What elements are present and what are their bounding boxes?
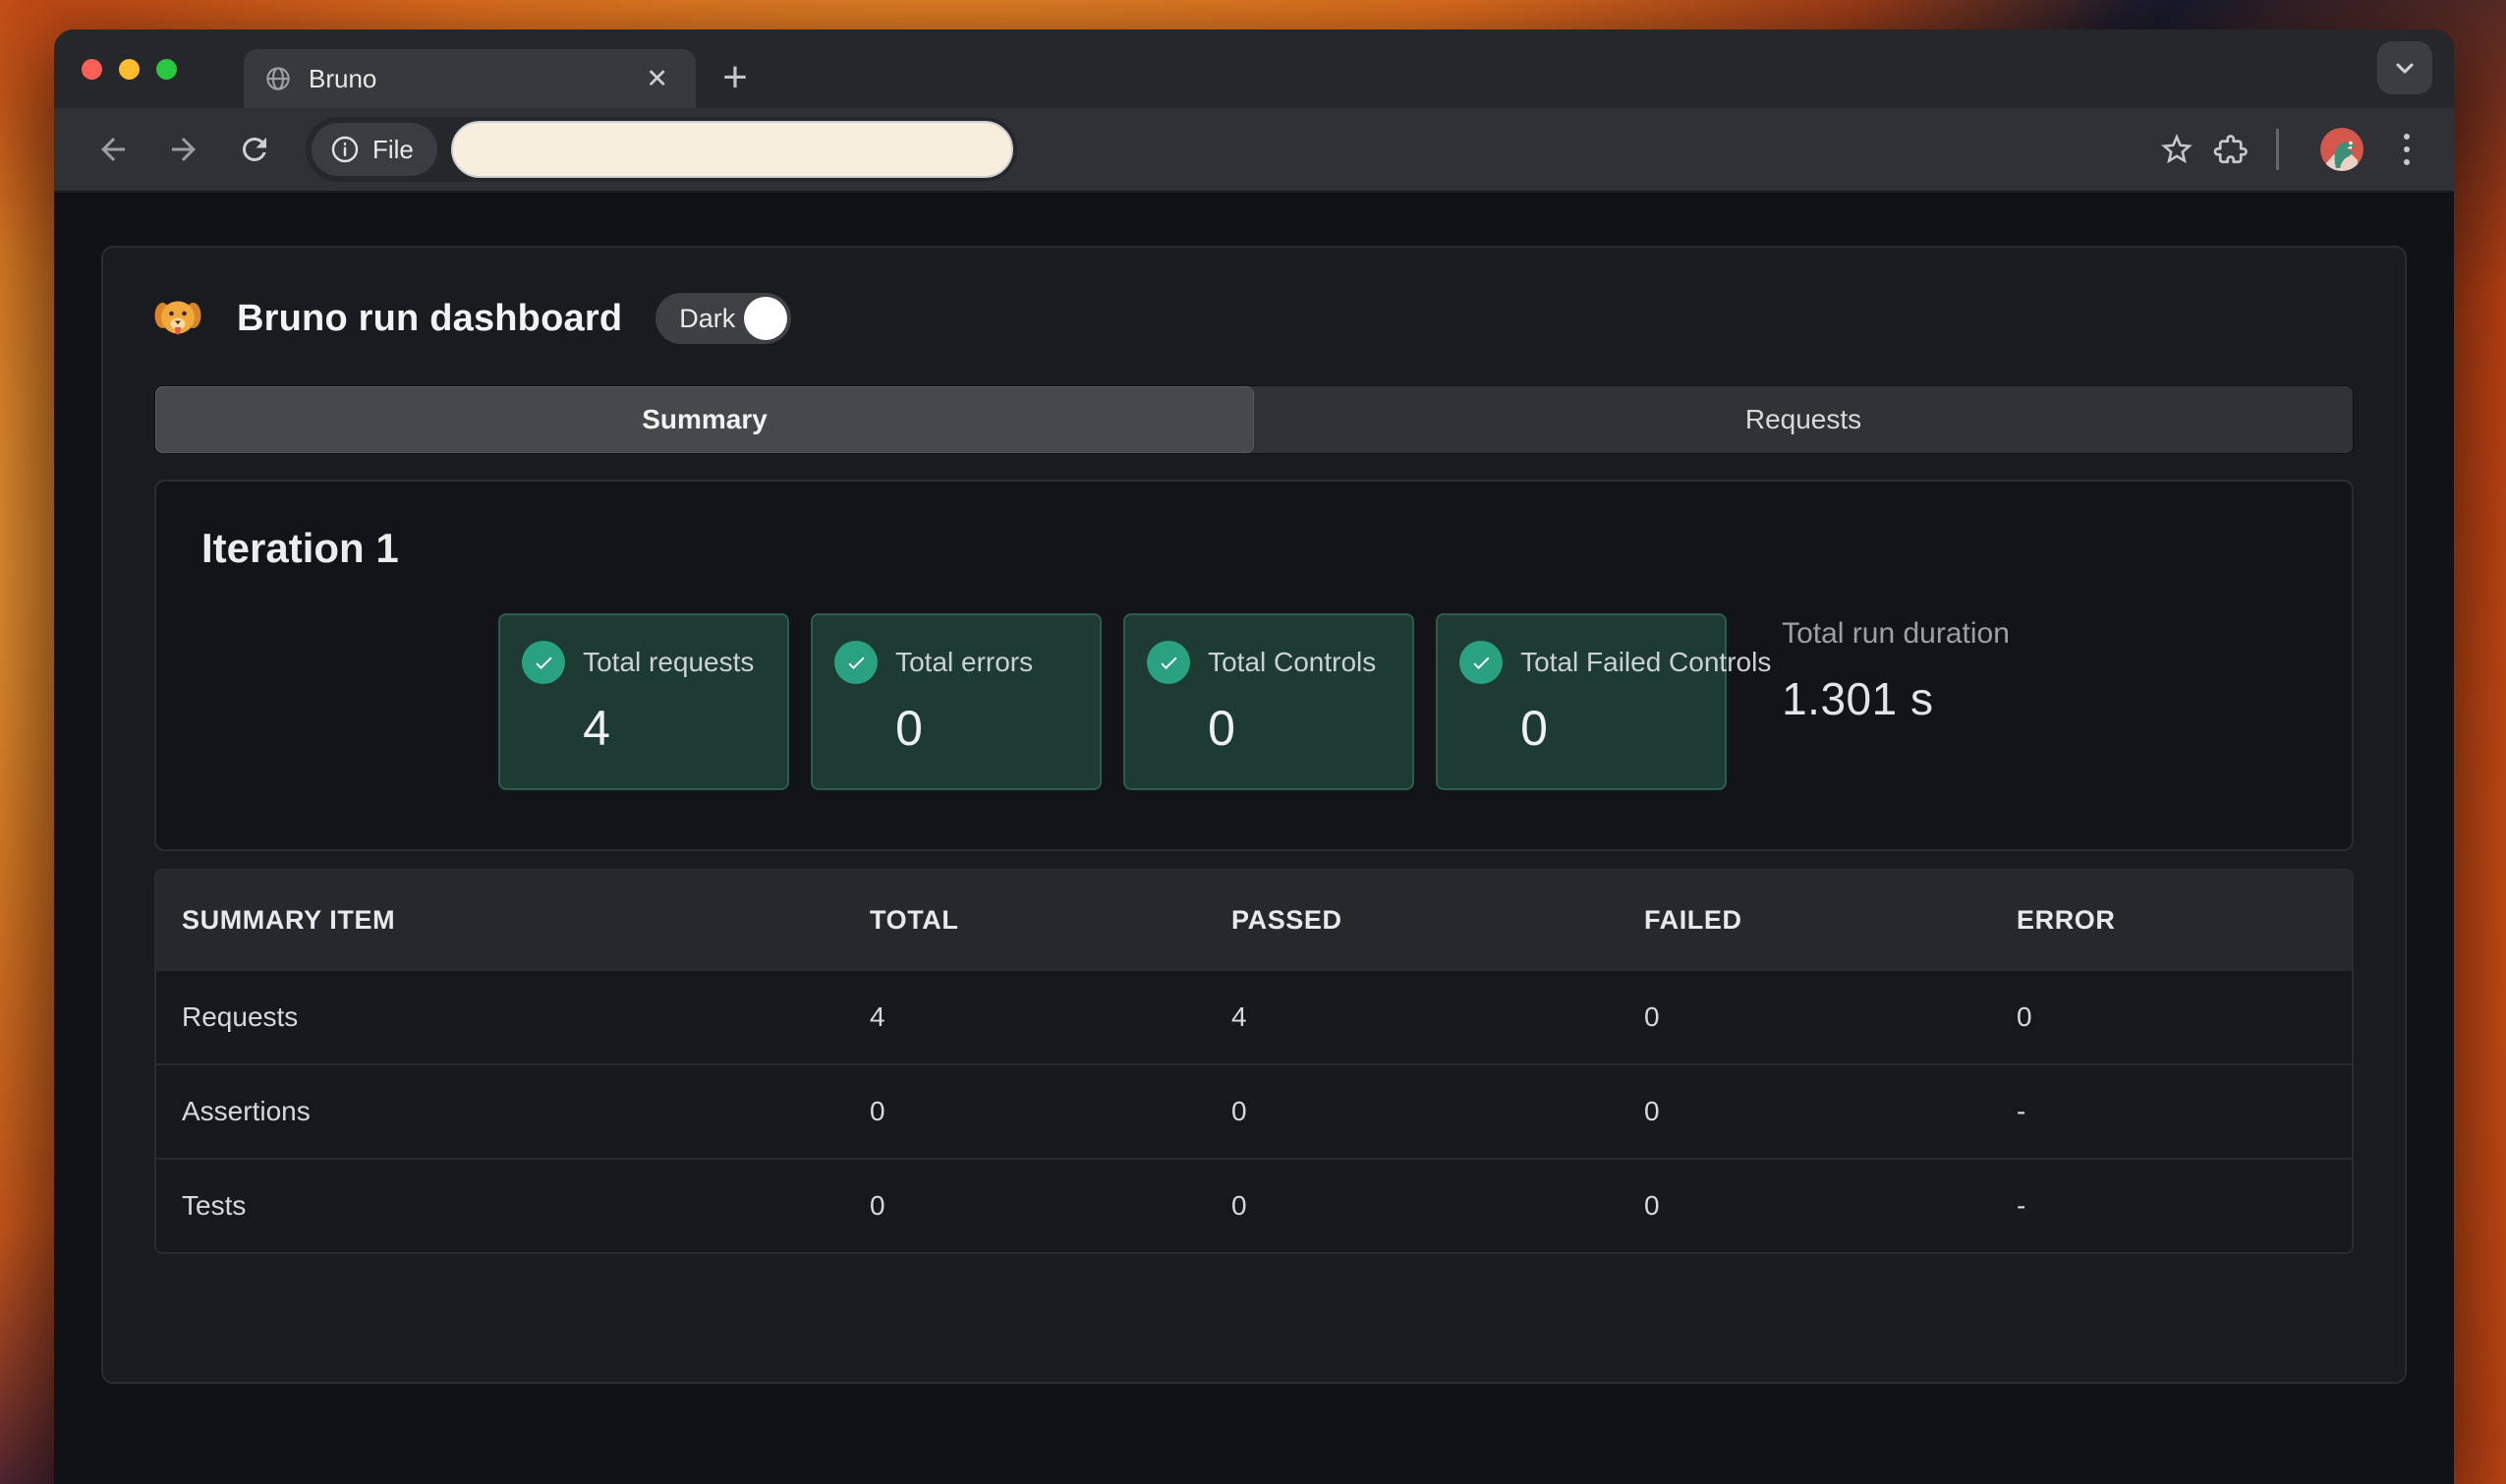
cell-total: 0	[870, 1096, 885, 1126]
globe-favicon-icon	[266, 67, 290, 90]
forward-arrow-icon	[172, 138, 196, 161]
cell-error: -	[2017, 1190, 2026, 1221]
stat-label: Total errors	[895, 647, 1034, 677]
cell-passed: 0	[1231, 1096, 1247, 1126]
toolbar-divider	[2276, 129, 2279, 170]
stat-card-total-controls: Total Controls 0	[1123, 613, 1415, 790]
browser-menu-button[interactable]	[2385, 134, 2428, 165]
duration-label: Total run duration	[1782, 617, 2010, 650]
window-close-button[interactable]	[82, 59, 102, 80]
site-chip-label: File	[372, 134, 414, 164]
summary-table: SUMMARY ITEM TOTAL PASSED FAILED ERROR R…	[154, 869, 2354, 1254]
column-header: SUMMARY ITEM	[182, 904, 396, 935]
tab-search-button[interactable]	[2377, 41, 2432, 94]
stat-label: Total requests	[583, 647, 755, 677]
table-row: Assertions 0 0 0 -	[156, 1063, 2352, 1158]
iteration-heading: Iteration 1	[201, 525, 399, 571]
browser-window: Bruno ✕ + File Bruno run dashboard Dark …	[54, 29, 2454, 1484]
cell-failed: 0	[1644, 1190, 1660, 1221]
cell-passed: 0	[1231, 1190, 1247, 1221]
dashboard-card: Bruno run dashboard Dark Summary Request…	[101, 246, 2407, 1384]
tab-summary[interactable]: Summary	[155, 386, 1254, 453]
duration-value: 1.301 s	[1782, 673, 1934, 724]
stat-card-total-failed-controls: Total Failed Controls 0	[1436, 613, 1771, 790]
back-arrow-icon	[101, 138, 125, 161]
theme-toggle-label: Dark	[679, 303, 736, 333]
browser-tab[interactable]: Bruno ✕	[244, 49, 696, 108]
stat-value: 0	[1520, 701, 1548, 756]
new-tab-button[interactable]: +	[709, 51, 762, 104]
column-header: ERROR	[2017, 904, 2116, 935]
cell-failed: 0	[1644, 1096, 1660, 1126]
stat-value: 4	[583, 701, 610, 756]
table-header-row: SUMMARY ITEM TOTAL PASSED FAILED ERROR	[156, 871, 2352, 969]
reload-icon	[242, 137, 266, 161]
stat-value: 0	[1208, 701, 1235, 756]
tab-title: Bruno	[309, 63, 377, 93]
browser-tab-strip: Bruno ✕ +	[54, 29, 2454, 108]
window-zoom-button[interactable]	[156, 59, 177, 80]
extensions-button[interactable]	[2203, 123, 2256, 176]
site-info-chip[interactable]: File	[312, 123, 437, 176]
dog-emoji-icon	[154, 301, 201, 335]
stat-label: Total Failed Controls	[1520, 647, 1772, 677]
cell-item: Requests	[182, 1001, 299, 1032]
chevron-down-icon	[2396, 63, 2414, 74]
cell-error: 0	[2017, 1001, 2032, 1032]
forward-button[interactable]	[158, 124, 209, 175]
cell-error: -	[2017, 1096, 2026, 1126]
cell-failed: 0	[1644, 1001, 1660, 1032]
bookmark-button[interactable]	[2150, 123, 2203, 176]
window-minimize-button[interactable]	[119, 59, 140, 80]
stat-card-total-requests: Total requests 4	[498, 613, 790, 790]
cell-total: 4	[870, 1001, 885, 1032]
check-circle-icon	[1147, 641, 1191, 684]
tab-requests[interactable]: Requests	[1254, 386, 2353, 453]
total-run-duration: Total run duration 1.301 s	[1782, 613, 2010, 725]
avatar-dino-image	[2320, 128, 2364, 171]
view-tabs: Summary Requests	[154, 385, 2354, 454]
stats-row: Total requests 4 Total errors 0 Total Co…	[201, 613, 2307, 790]
tab-close-icon[interactable]: ✕	[638, 62, 676, 96]
cell-item: Tests	[182, 1190, 247, 1221]
star-icon	[2161, 134, 2193, 164]
cell-total: 0	[870, 1190, 885, 1221]
check-circle-icon	[522, 641, 566, 684]
info-icon	[331, 136, 359, 163]
theme-toggle-knob[interactable]	[744, 297, 788, 340]
stat-value: 0	[895, 701, 923, 756]
back-button[interactable]	[87, 124, 139, 175]
url-selected-text[interactable]	[450, 121, 1013, 178]
kebab-dot	[2404, 134, 2410, 140]
iteration-panel: Iteration 1 Total requests 4 Total error…	[154, 480, 2354, 851]
reload-button[interactable]	[229, 124, 280, 175]
page-title: Bruno run dashboard	[237, 297, 623, 339]
puzzle-icon	[2213, 135, 2248, 164]
table-row: Tests 0 0 0 -	[156, 1158, 2352, 1252]
stat-card-total-errors: Total errors 0	[811, 613, 1103, 790]
table-row: Requests 4 4 0 0	[156, 969, 2352, 1063]
dashboard-header: Bruno run dashboard Dark	[103, 248, 2405, 344]
cell-passed: 4	[1231, 1001, 1247, 1032]
cell-item: Assertions	[182, 1096, 311, 1126]
browser-toolbar: File	[54, 108, 2454, 193]
theme-toggle[interactable]: Dark	[655, 293, 792, 344]
kebab-dot	[2404, 146, 2410, 152]
check-circle-icon	[834, 641, 879, 684]
traffic-lights	[82, 59, 177, 80]
page-background: Bruno run dashboard Dark Summary Request…	[54, 193, 2454, 1484]
column-header: TOTAL	[870, 904, 959, 935]
column-header: FAILED	[1644, 904, 1742, 935]
stat-label: Total Controls	[1208, 647, 1377, 677]
profile-avatar[interactable]	[2320, 128, 2364, 171]
check-circle-icon	[1459, 641, 1504, 684]
column-header: PASSED	[1231, 904, 1342, 935]
address-bar[interactable]: File	[306, 117, 1017, 182]
kebab-dot	[2404, 159, 2410, 165]
